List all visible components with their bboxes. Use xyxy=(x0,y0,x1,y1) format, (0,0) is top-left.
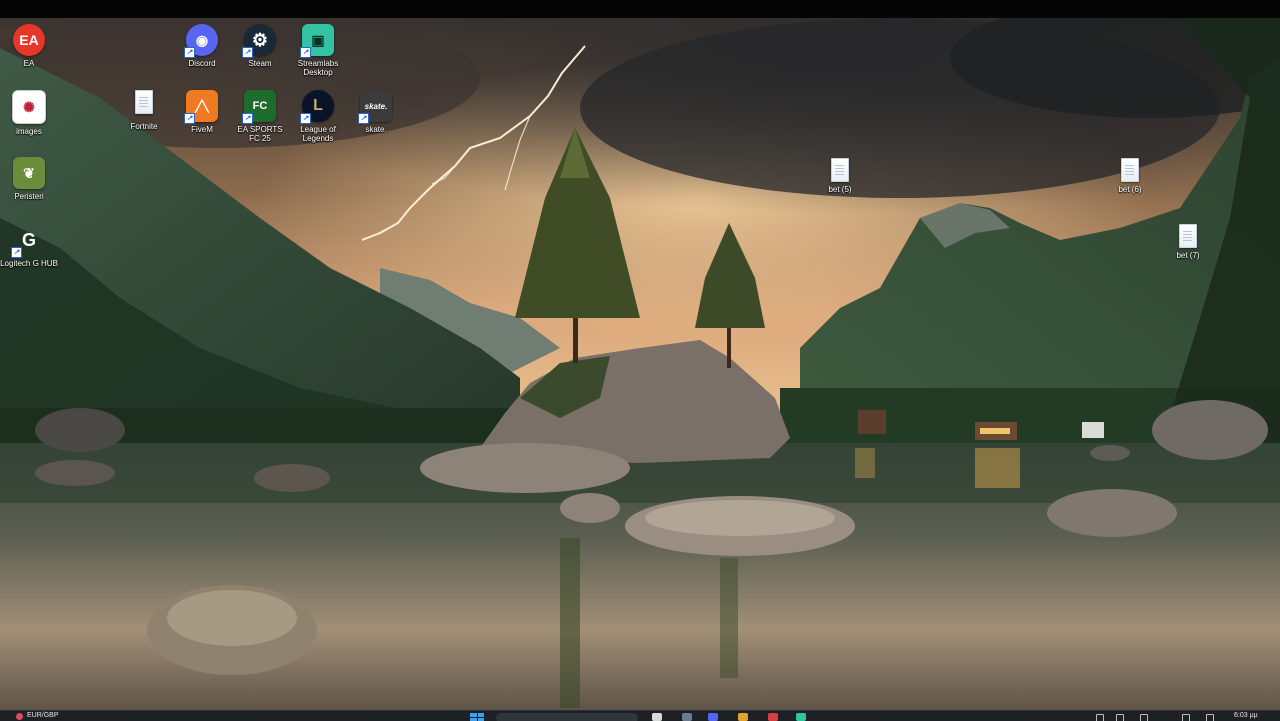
desktop-icon-discord[interactable]: ◉ ↗ Discord xyxy=(173,24,231,68)
shortcut-arrow-icon: ↗ xyxy=(184,47,195,58)
ea-sports-fc-icon: FC ↗ xyxy=(242,90,276,124)
shortcut-arrow-icon: ↗ xyxy=(242,47,253,58)
league-of-legends-icon: L ↗ xyxy=(300,90,334,124)
desktop-icon-bet-5[interactable]: bet (5) xyxy=(811,158,869,194)
desktop-icon-label: Discord xyxy=(188,59,216,68)
windows-logo-icon xyxy=(470,713,477,717)
desktop-icon-bet-7[interactable]: bet (7) xyxy=(1159,224,1217,260)
shortcut-arrow-icon: ↗ xyxy=(11,247,22,258)
desktop-icon-fivem[interactable]: ╱╲ ↗ FiveM xyxy=(173,90,231,134)
text-file-icon xyxy=(831,158,849,182)
text-file-icon xyxy=(1179,224,1197,248)
desktop-icon-skate[interactable]: skate. ↗ skate. xyxy=(347,90,405,134)
top-black-bar xyxy=(0,0,1280,18)
desktop-icon-label: images xyxy=(16,127,42,136)
taskbar: EUR/GBP 6:03 μμ xyxy=(0,710,1280,721)
desktop[interactable]: EA EA ✺ images ❦ Peristeri G ↗ Logitech G… xyxy=(0,18,1280,710)
desktop-icon-label: Streamlabs Desktop xyxy=(297,59,339,77)
desktop-icon-label: League of Legends xyxy=(300,125,336,143)
desktop-icon-label: Logitech G HUB xyxy=(0,259,58,268)
desktop-icon-label: Steam xyxy=(248,59,272,68)
logitech-g-hub-icon: G ↗ xyxy=(11,224,45,258)
shortcut-arrow-icon: ↗ xyxy=(300,47,311,58)
text-file-icon xyxy=(1121,158,1139,182)
desktop-icon-label: Peristeri xyxy=(14,192,44,201)
desktop-icon-bet-6[interactable]: bet (6) xyxy=(1101,158,1159,194)
desktop-icon-streamlabs[interactable]: ▣ ↗ Streamlabs Desktop xyxy=(289,24,347,77)
images-icon: ✺ xyxy=(12,90,46,124)
desktop-icon-logitech-g-hub[interactable]: G ↗ Logitech G HUB xyxy=(0,224,58,269)
desktop-icon-label: bet (6) xyxy=(1118,185,1142,194)
desktop-icon-ea-sports-fc[interactable]: FC ↗ EA SPORTS FC 25 xyxy=(231,90,289,143)
shortcut-arrow-icon: ↗ xyxy=(358,113,369,124)
steam-icon: ⚙ ↗ xyxy=(242,24,276,58)
desktop-icon-label: bet (5) xyxy=(828,185,852,194)
desktop-icon-steam[interactable]: ⚙ ↗ Steam xyxy=(231,24,289,68)
shortcut-arrow-icon: ↗ xyxy=(300,113,311,124)
desktop-icon-ea[interactable]: EA EA xyxy=(0,24,58,68)
desktop-icon-label: EA SPORTS FC 25 xyxy=(237,125,283,143)
ea-icon: EA xyxy=(13,24,45,56)
streamlabs-icon: ▣ ↗ xyxy=(300,24,334,58)
currency-icon xyxy=(16,712,23,720)
skate-icon: skate. ↗ xyxy=(358,90,392,124)
shortcut-arrow-icon: ↗ xyxy=(184,113,195,124)
desktop-icon-league-of-legends[interactable]: L ↗ League of Legends xyxy=(289,90,347,143)
fivem-icon: ╱╲ ↗ xyxy=(184,90,218,124)
desktop-icon-label: Fortnite xyxy=(130,122,158,131)
desktop-icon-label: FiveM xyxy=(191,125,213,134)
peristeri-icon: ❦ xyxy=(13,157,45,189)
fortnite-icon xyxy=(135,90,153,114)
discord-icon: ◉ ↗ xyxy=(184,24,218,58)
desktop-icon-peristeri[interactable]: ❦ Peristeri xyxy=(0,157,58,201)
desktop-icon-fortnite[interactable]: Fortnite xyxy=(115,90,173,131)
desktop-icon-images[interactable]: ✺ images xyxy=(0,90,58,136)
desktop-icon-label: EA xyxy=(23,59,35,68)
desktop-icon-label: bet (7) xyxy=(1176,251,1200,260)
shortcut-arrow-icon: ↗ xyxy=(242,113,253,124)
desktop-icon-label: skate. xyxy=(365,125,387,134)
